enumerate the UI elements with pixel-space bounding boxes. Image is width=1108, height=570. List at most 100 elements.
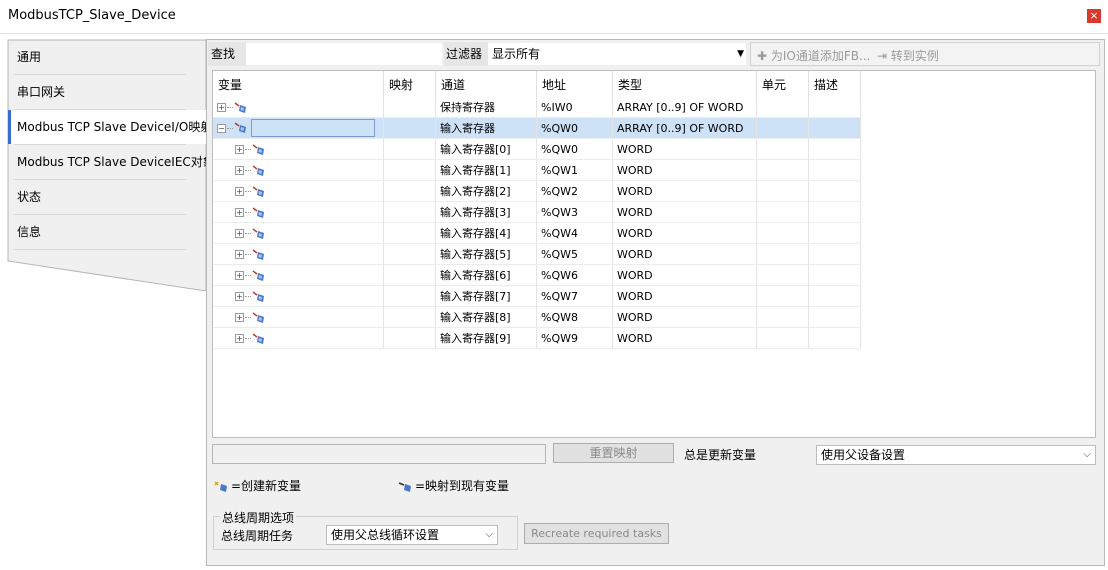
always-update-value: 使用父设备设置 bbox=[821, 448, 906, 462]
variable-cell[interactable]: + bbox=[213, 285, 384, 307]
find-label: 查找 bbox=[208, 42, 247, 66]
col-type[interactable]: 类型 bbox=[612, 71, 757, 97]
mapping-cell bbox=[383, 243, 436, 265]
map-variable-icon bbox=[252, 332, 266, 345]
channel-cell: 输入寄存器[8] bbox=[435, 306, 537, 328]
add-fb-button[interactable]: ✚ 为IO通道添加FB... bbox=[757, 47, 870, 64]
legend-map-label: =映射到现有变量 bbox=[415, 479, 510, 493]
expand-toggle-icon[interactable]: + bbox=[235, 208, 244, 217]
col-channel[interactable]: 通道 bbox=[435, 71, 537, 97]
type-cell: WORD bbox=[612, 264, 757, 286]
tab-item[interactable]: 串口网关 bbox=[8, 75, 208, 109]
mapping-cell bbox=[383, 138, 436, 160]
table-row[interactable]: + 输入寄存器[8] %QW8 WORD bbox=[213, 306, 861, 328]
tab-label: 通用 bbox=[17, 50, 42, 64]
always-update-label: 总是更新变量 bbox=[684, 448, 757, 462]
col-unit[interactable]: 单元 bbox=[756, 71, 809, 97]
table-row[interactable]: − 输入寄存器 %QW0 ARRAY [0..9] OF WORD bbox=[213, 117, 861, 139]
find-input[interactable] bbox=[246, 43, 442, 65]
table-row[interactable]: + 输入寄存器[6] %QW6 WORD bbox=[213, 264, 861, 286]
expand-toggle-icon[interactable]: + bbox=[235, 166, 244, 175]
variable-cell[interactable]: + bbox=[213, 97, 384, 118]
map-variable-icon bbox=[252, 164, 266, 177]
expand-toggle-icon[interactable]: + bbox=[217, 103, 226, 112]
expand-toggle-icon[interactable]: + bbox=[235, 145, 244, 154]
tree-connector bbox=[245, 233, 251, 234]
reset-mapping-button[interactable]: 重置映射 bbox=[553, 443, 674, 463]
variable-cell[interactable]: + bbox=[213, 201, 384, 223]
close-button[interactable]: × bbox=[1087, 9, 1101, 23]
bus-task-select[interactable]: 使用父总线循环设置 ⌵ bbox=[326, 525, 498, 545]
table-row[interactable]: + 输入寄存器[1] %QW1 WORD bbox=[213, 159, 861, 181]
col-description[interactable]: 描述 bbox=[808, 71, 861, 97]
table-row[interactable]: + 输入寄存器[7] %QW7 WORD bbox=[213, 285, 861, 307]
variable-cell[interactable]: + bbox=[213, 243, 384, 265]
variable-cell[interactable]: + bbox=[213, 306, 384, 328]
expand-toggle-icon[interactable]: + bbox=[235, 334, 244, 343]
type-cell: WORD bbox=[612, 327, 757, 349]
goto-instance-button[interactable]: ⇥ 转到实例 bbox=[877, 47, 939, 64]
tab-item[interactable]: Modbus TCP Slave DeviceI/O映射 bbox=[8, 110, 212, 144]
variable-cell[interactable]: + bbox=[213, 180, 384, 202]
address-cell: %IW0 bbox=[536, 97, 613, 118]
unit-cell bbox=[756, 264, 809, 286]
tree-connector bbox=[245, 149, 251, 150]
table-row[interactable]: + 输入寄存器[2] %QW2 WORD bbox=[213, 180, 861, 202]
table-row[interactable]: + 保持寄存器 %IW0 ARRAY [0..9] OF WORD bbox=[213, 97, 861, 118]
variable-cell[interactable]: + bbox=[213, 222, 384, 244]
chevron-down-icon: ▼ bbox=[737, 49, 744, 59]
type-cell: WORD bbox=[612, 138, 757, 160]
expand-toggle-icon[interactable]: + bbox=[235, 250, 244, 259]
filter-label: 过滤器 bbox=[444, 42, 488, 66]
always-update-select[interactable]: 使用父设备设置 ⌵ bbox=[816, 445, 1096, 465]
recreate-tasks-button[interactable]: Recreate required tasks bbox=[524, 523, 669, 544]
legend-map-variable: =映射到现有变量 bbox=[397, 477, 509, 494]
table-row[interactable]: + 输入寄存器[0] %QW0 WORD bbox=[213, 138, 861, 160]
variable-cell[interactable]: − bbox=[213, 117, 384, 139]
variable-cell[interactable]: + bbox=[213, 264, 384, 286]
map-variable-icon bbox=[252, 290, 266, 303]
address-cell: %QW5 bbox=[536, 243, 613, 265]
expand-toggle-icon[interactable]: − bbox=[217, 123, 226, 133]
col-variable[interactable]: 变量 bbox=[213, 71, 384, 97]
plus-icon: ✚ bbox=[757, 49, 768, 63]
unit-cell bbox=[756, 201, 809, 223]
address-cell: %QW9 bbox=[536, 327, 613, 349]
expand-toggle-icon[interactable]: + bbox=[235, 271, 244, 280]
col-mapping[interactable]: 映射 bbox=[383, 71, 436, 97]
table-row[interactable]: + 输入寄存器[9] %QW9 WORD bbox=[213, 327, 861, 349]
unit-cell bbox=[756, 285, 809, 307]
channel-cell: 输入寄存器[9] bbox=[435, 327, 537, 349]
description-cell bbox=[808, 327, 861, 349]
window-title: ModbusTCP_Slave_Device bbox=[8, 8, 176, 23]
variable-cell[interactable]: + bbox=[213, 327, 384, 349]
map-variable-icon bbox=[234, 101, 248, 114]
variable-name-input[interactable] bbox=[251, 119, 375, 137]
expand-toggle-icon[interactable]: + bbox=[235, 187, 244, 196]
expand-toggle-icon[interactable]: + bbox=[235, 292, 244, 301]
title-bar: ModbusTCP_Slave_Device × bbox=[0, 0, 1108, 34]
filter-select[interactable]: 显示所有 ▼ bbox=[488, 43, 746, 65]
tab-item[interactable]: Modbus TCP Slave DeviceIEC对象 bbox=[8, 145, 215, 179]
tree-connector bbox=[245, 191, 251, 192]
variable-cell[interactable]: + bbox=[213, 159, 384, 181]
tab-item[interactable]: 信息 bbox=[8, 215, 208, 249]
table-row[interactable]: + 输入寄存器[4] %QW4 WORD bbox=[213, 222, 861, 244]
tab-item[interactable]: 状态 bbox=[8, 180, 208, 214]
table-row[interactable]: + 输入寄存器[5] %QW5 WORD bbox=[213, 243, 861, 265]
channel-cell: 输入寄存器[7] bbox=[435, 285, 537, 307]
mapping-cell bbox=[383, 201, 436, 223]
type-cell: WORD bbox=[612, 222, 757, 244]
expand-toggle-icon[interactable]: + bbox=[235, 313, 244, 322]
table-row[interactable]: + 输入寄存器[3] %QW3 WORD bbox=[213, 201, 861, 223]
address-cell: %QW1 bbox=[536, 159, 613, 181]
tab-item[interactable]: 通用 bbox=[8, 40, 208, 74]
variable-cell[interactable]: + bbox=[213, 138, 384, 160]
expand-toggle-icon[interactable]: + bbox=[235, 229, 244, 238]
description-cell bbox=[808, 138, 861, 160]
map-variable-icon bbox=[234, 122, 248, 134]
type-cell: WORD bbox=[612, 243, 757, 265]
col-address[interactable]: 地址 bbox=[536, 71, 613, 97]
description-cell bbox=[808, 222, 861, 244]
tree-connector bbox=[245, 275, 251, 276]
